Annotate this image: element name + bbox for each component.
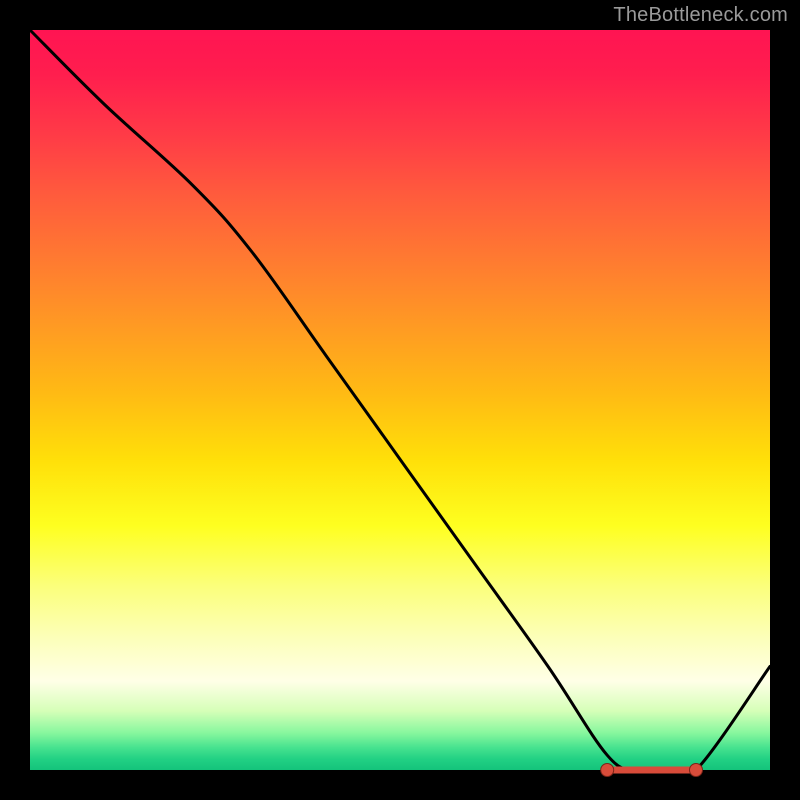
bottleneck-curve [30, 30, 770, 778]
chart-overlay [30, 30, 770, 770]
chart-stage: TheBottleneck.com [0, 0, 800, 800]
plot-area [30, 30, 770, 770]
flat-segment-bar [607, 767, 696, 774]
watermark-text: TheBottleneck.com [613, 4, 788, 27]
